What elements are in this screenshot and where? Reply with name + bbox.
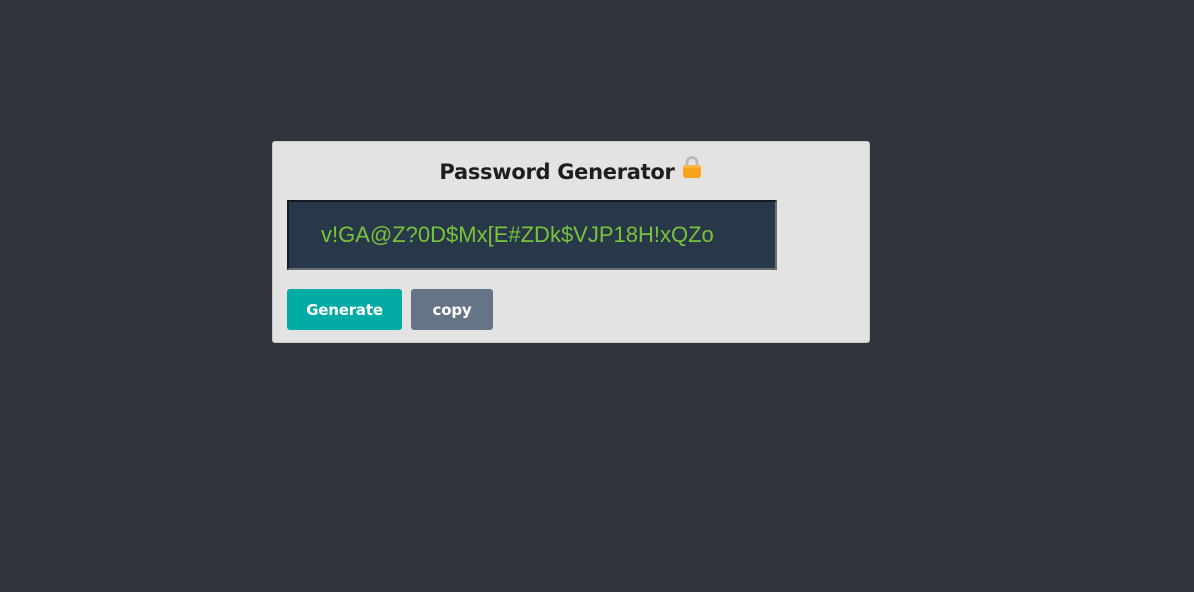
password-generator-card: Password Generator v!GA@Z?0D$Mx[E#ZDk$VJ… xyxy=(272,141,870,343)
password-output[interactable]: v!GA@Z?0D$Mx[E#ZDk$VJP18H!xQZo xyxy=(287,200,777,270)
copy-button[interactable]: copy xyxy=(411,289,493,330)
lock-icon xyxy=(681,155,703,187)
title-text: Password Generator xyxy=(439,160,675,184)
page-title: Password Generator xyxy=(273,155,869,187)
generate-button[interactable]: Generate xyxy=(287,289,402,330)
